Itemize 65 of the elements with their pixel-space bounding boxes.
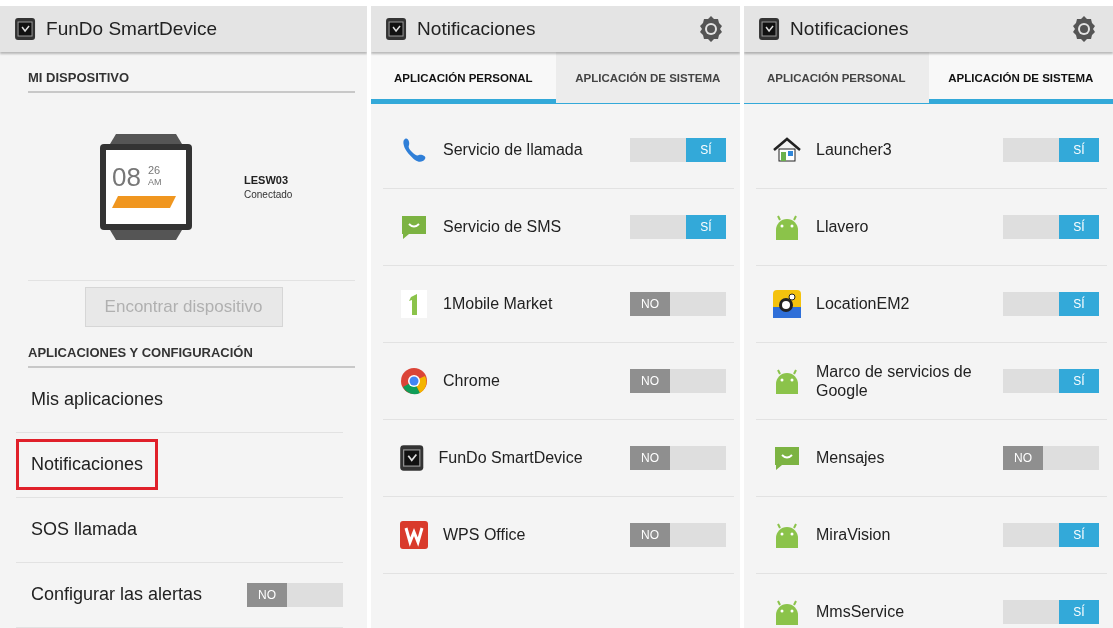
toggle-label: NO: [247, 582, 287, 607]
toggle-switch[interactable]: SÍ: [1003, 600, 1099, 624]
app-title: FunDo SmartDevice: [46, 18, 219, 40]
house-icon: [772, 135, 802, 165]
app-name: Chrome: [443, 371, 501, 391]
connection-status: Conectado: [244, 188, 293, 200]
chrome-icon: [399, 366, 429, 396]
toggle-switch[interactable]: NO: [630, 523, 726, 547]
menu-item[interactable]: Mis aplicaciones: [16, 374, 179, 426]
toggle-label: NO: [630, 292, 670, 316]
app-name: LocationEM2: [816, 294, 911, 314]
toggle-label: SÍ: [1059, 523, 1099, 547]
app-name: MiraVision: [816, 525, 892, 545]
tab[interactable]: APLICACIÓN PERSONAL: [371, 52, 556, 104]
menu-item[interactable]: SOS llamada: [16, 504, 153, 556]
toggle-label: SÍ: [686, 138, 726, 162]
toggle-switch[interactable]: NO: [247, 582, 343, 607]
watch-icon: [399, 443, 425, 473]
toggle-label: NO: [1003, 446, 1043, 470]
app-name: MmsService: [816, 602, 906, 622]
app-name: Mensajes: [816, 448, 886, 468]
toggle-switch[interactable]: NO: [1003, 446, 1099, 470]
letter-w-icon: [399, 520, 429, 550]
tab[interactable]: APLICACIÓN PERSONAL: [744, 52, 929, 104]
toggle-switch[interactable]: SÍ: [1003, 215, 1099, 239]
device-name: LESW03: [244, 173, 289, 186]
digit-one-icon: [399, 289, 429, 319]
toggle-label: SÍ: [1059, 215, 1099, 239]
toggle-label: SÍ: [1059, 292, 1099, 316]
toggle-label: NO: [630, 523, 670, 547]
toggle-switch[interactable]: SÍ: [1003, 369, 1099, 393]
bee-icon: [772, 289, 802, 319]
app-name: WPS Office: [443, 525, 527, 545]
section-heading: APLICACIONES Y CONFIGURACIÓN: [28, 338, 355, 368]
menu-item[interactable]: Configurar las alertas: [16, 569, 218, 621]
toggle-label: SÍ: [1059, 600, 1099, 624]
watch-icon: [385, 16, 408, 42]
toggle-label: SÍ: [1059, 369, 1099, 393]
toggle-switch[interactable]: SÍ: [1003, 138, 1099, 162]
tab[interactable]: APLICACIÓN DE SISTEMA: [555, 52, 740, 104]
app-name: Llavero: [816, 217, 870, 237]
menu-item[interactable]: Notificaciones: [16, 439, 159, 491]
toggle-switch[interactable]: NO: [630, 369, 726, 393]
app-name: Marco de servicios de Google: [816, 361, 973, 401]
app-title: Notificaciones: [417, 18, 537, 40]
app-name: Servicio de llamada: [443, 140, 584, 160]
toggle-switch[interactable]: SÍ: [630, 215, 726, 239]
app-name: Servicio de SMS: [443, 217, 563, 237]
tab[interactable]: APLICACIÓN DE SISTEMA: [928, 52, 1113, 104]
app-name: Launcher3: [816, 140, 893, 160]
toggle-label: NO: [630, 446, 670, 470]
toggle-switch[interactable]: SÍ: [630, 138, 726, 162]
toggle-label: NO: [630, 369, 670, 393]
app-name: FunDo SmartDevice: [438, 448, 584, 468]
toggle-switch[interactable]: SÍ: [1003, 292, 1099, 316]
toggle-switch[interactable]: NO: [630, 292, 726, 316]
toggle-label: SÍ: [1059, 138, 1099, 162]
section-heading: MI DISPOSITIVO: [28, 64, 355, 93]
toggle-switch[interactable]: NO: [630, 446, 726, 470]
toggle-switch[interactable]: SÍ: [1003, 523, 1099, 547]
watch-icon: [758, 16, 781, 42]
app-name: 1Mobile Market: [443, 294, 554, 314]
watch-icon: [14, 16, 37, 42]
toggle-label: SÍ: [686, 215, 726, 239]
app-title: Notificaciones: [790, 18, 910, 40]
